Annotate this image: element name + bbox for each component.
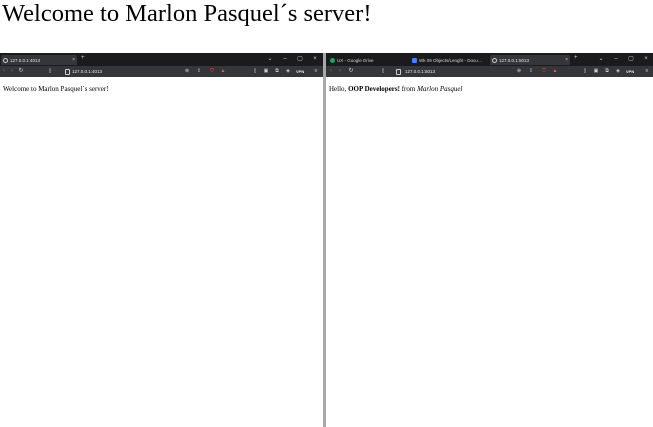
browser-window-left: 127.0.0.1:4013 × + ⌄ – ▢ × ‹ › ↻ ▯ 127.0… [0, 53, 323, 427]
google-drive-icon [330, 57, 335, 63]
share-icon[interactable]: ⇪ [528, 68, 534, 75]
toolbar: ‹ › ↻ ▯ 127.0.0.1:4013 ⊕ ⇪ ⛉ ▲ ▯ ▣ ⧉ ◈ V… [0, 66, 323, 77]
reload-button[interactable]: ↻ [18, 66, 24, 77]
tab-title: 127.0.0.1:5013 [499, 57, 530, 63]
from-word: from [401, 85, 416, 93]
tab-title: 127.0.0.1:4013 [10, 57, 41, 63]
sidebar-icon[interactable]: ▯ [252, 68, 258, 75]
reload-button[interactable]: ↻ [348, 66, 354, 77]
zoom-icon[interactable]: ⊕ [184, 68, 190, 75]
brave-shield-icon[interactable]: ⛉ [209, 68, 215, 75]
lock-icon [65, 69, 70, 75]
greeting: Hello, [329, 85, 347, 93]
extensions-icon[interactable]: ⧉ [604, 68, 610, 75]
tab-close-icon[interactable]: × [565, 57, 568, 63]
page-heading: Welcome to Marlon Pasquel´s server! [2, 0, 372, 27]
tab-title: UX - Google Drive [337, 57, 374, 63]
google-docs-icon [412, 57, 417, 63]
leo-icon[interactable]: ◈ [615, 68, 621, 75]
forward-button[interactable]: › [9, 66, 15, 77]
bookmark-icon[interactable]: ▯ [380, 68, 386, 75]
tab-title: Wk 09 Objects/Lenght - Documen [419, 57, 486, 63]
share-icon[interactable]: ⇪ [196, 68, 202, 75]
page-content: Welcome to Marlon Pasquel´s server! [0, 77, 323, 427]
lock-icon [396, 69, 401, 75]
new-tab-button[interactable]: + [574, 55, 578, 61]
tab-active-localhost-5013[interactable]: 127.0.0.1:5013 × [490, 55, 570, 65]
vpn-button[interactable]: VPN [296, 66, 304, 77]
welcome-text: Welcome to Marlon Pasquel´s server! [3, 85, 109, 93]
forward-button[interactable]: › [337, 66, 343, 77]
brave-shield-icon[interactable]: ⛉ [541, 68, 547, 75]
tab-bar: UX - Google Drive Wk 09 Objects/Lenght -… [326, 53, 653, 66]
toolbar: ‹ › ↻ ▯ 127.0.0.1:5013 ⊕ ⇪ ⛉ ▲ ▯ ▣ ⧉ ◈ V… [326, 66, 653, 77]
tab-document[interactable]: Wk 09 Objects/Lenght - Documen [410, 55, 488, 65]
brave-rewards-icon[interactable]: ▲ [220, 68, 226, 75]
address-bar[interactable]: 127.0.0.1:5013 [405, 66, 435, 77]
tab-search-icon[interactable]: ⌄ [597, 54, 605, 64]
page-content: Hello, OOP Developers! from Marlon Pasqu… [326, 77, 653, 427]
bold-audience: OOP Developers! [348, 85, 400, 93]
maximize-button[interactable]: ▢ [627, 54, 635, 64]
menu-icon[interactable]: ≡ [313, 68, 319, 75]
tab-search-icon[interactable]: ⌄ [266, 54, 274, 64]
minimize-button[interactable]: – [612, 54, 620, 64]
leo-icon[interactable]: ◈ [285, 68, 291, 75]
extensions-icon[interactable]: ⧉ [274, 68, 280, 75]
close-window-button[interactable]: × [642, 54, 650, 64]
bookmark-icon[interactable]: ▯ [47, 68, 53, 75]
close-window-button[interactable]: × [311, 54, 319, 64]
back-button[interactable]: ‹ [328, 66, 334, 77]
maximize-button[interactable]: ▢ [296, 54, 304, 64]
tab-google-drive[interactable]: UX - Google Drive [328, 55, 402, 65]
menu-icon[interactable]: ≡ [644, 68, 650, 75]
author-name: Marlon Pasquel [417, 85, 463, 93]
address-bar[interactable]: 127.0.0.1:4013 [72, 66, 102, 77]
wallet-icon[interactable]: ▣ [593, 68, 599, 75]
globe-icon [3, 57, 8, 63]
minimize-button[interactable]: – [281, 54, 289, 64]
tab-bar: 127.0.0.1:4013 × + ⌄ – ▢ × [0, 53, 323, 66]
sidebar-icon[interactable]: ▯ [582, 68, 588, 75]
hello-text: Hello, OOP Developers! from Marlon Pasqu… [329, 85, 650, 93]
tab-close-icon[interactable]: × [72, 57, 75, 63]
back-button[interactable]: ‹ [1, 66, 7, 77]
tab-active-localhost-4013[interactable]: 127.0.0.1:4013 × [1, 55, 77, 65]
new-tab-button[interactable]: + [81, 55, 85, 61]
browser-window-right: UX - Google Drive Wk 09 Objects/Lenght -… [326, 53, 653, 427]
globe-icon [492, 57, 497, 63]
zoom-icon[interactable]: ⊕ [516, 68, 522, 75]
brave-rewards-icon[interactable]: ▲ [552, 68, 558, 75]
vpn-button[interactable]: VPN [626, 66, 634, 77]
wallet-icon[interactable]: ▣ [263, 68, 269, 75]
